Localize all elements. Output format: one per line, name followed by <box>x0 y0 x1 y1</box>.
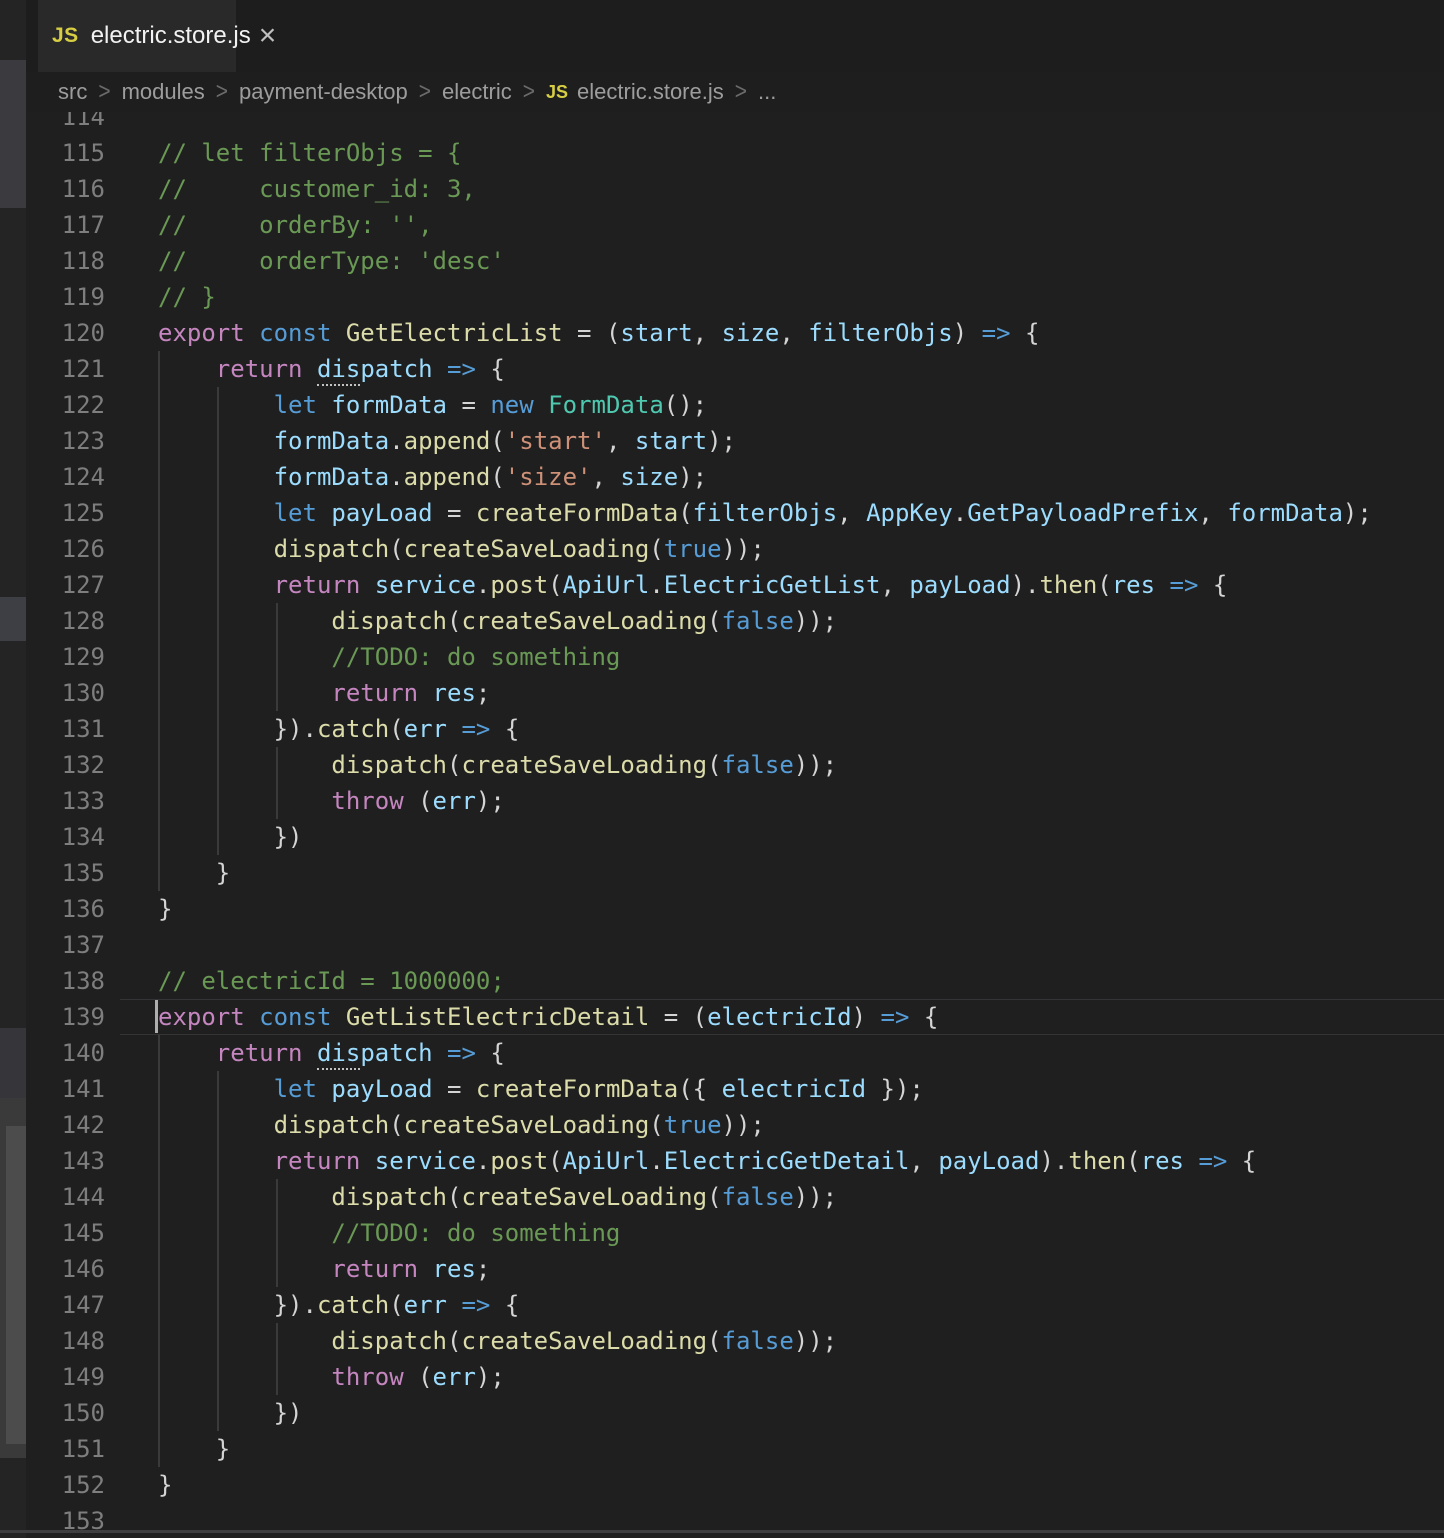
code-text[interactable]: dispatch(createSaveLoading(true)); <box>158 531 765 567</box>
code-line-137[interactable]: 137 <box>0 927 1444 963</box>
code-text[interactable]: dispatch(createSaveLoading(false)); <box>158 603 837 639</box>
code-text[interactable]: return dispatch => { <box>158 1035 505 1071</box>
indent-guide <box>276 603 278 711</box>
code-line-114[interactable]: 114 <box>0 112 1444 135</box>
indent-guide <box>276 1323 278 1395</box>
indent-guide <box>276 1179 278 1287</box>
code-text[interactable]: }) <box>158 819 303 855</box>
chevron-right-icon: > <box>216 78 228 106</box>
code-text[interactable]: let payLoad = createFormData(filterObjs,… <box>158 495 1372 531</box>
indent-guide <box>158 1035 160 1467</box>
scrollbar-thumb[interactable] <box>6 1126 26 1444</box>
code-text[interactable]: export const GetListElectricDetail = (el… <box>158 999 938 1035</box>
code-text[interactable]: dispatch(createSaveLoading(false)); <box>158 1323 837 1359</box>
code-text[interactable]: return dispatch => { <box>158 351 505 387</box>
code-text[interactable]: // customer_id: 3, <box>158 171 476 207</box>
sidebar-sliver <box>0 0 26 1538</box>
code-text[interactable]: dispatch(createSaveLoading(false)); <box>158 747 837 783</box>
code-line-115[interactable]: 115// let filterObjs = { <box>0 135 1444 171</box>
tab-filename: electric.store.js <box>91 22 251 50</box>
breadcrumb-item-modules[interactable]: modules <box>122 79 205 105</box>
js-file-icon: JS <box>52 24 79 48</box>
chevron-right-icon: > <box>98 78 110 106</box>
code-text[interactable]: return service.post(ApiUrl.ElectricGetDe… <box>158 1143 1256 1179</box>
code-line-118[interactable]: 118// orderType: 'desc' <box>0 243 1444 279</box>
chevron-right-icon: > <box>419 78 431 106</box>
tab-bar: JS electric.store.js × <box>26 0 1444 72</box>
sidebar-item-fragment <box>0 597 26 641</box>
chevron-right-icon: > <box>523 78 535 106</box>
js-file-icon: JS <box>546 82 568 103</box>
code-lines: 114115// let filterObjs = {116// custome… <box>0 112 1444 1538</box>
breadcrumb-symbol-tail[interactable]: ... <box>758 79 776 105</box>
code-text[interactable]: formData.append('start', start); <box>158 423 736 459</box>
code-line-119[interactable]: 119// } <box>0 279 1444 315</box>
code-text[interactable]: // electricId = 1000000; <box>158 963 505 999</box>
indent-guide <box>276 747 278 819</box>
indent-guide <box>217 1071 219 1431</box>
code-text[interactable]: export const GetElectricList = (start, s… <box>158 315 1039 351</box>
code-text[interactable]: throw (err); <box>158 783 505 819</box>
code-text[interactable]: dispatch(createSaveLoading(true)); <box>158 1107 765 1143</box>
code-text[interactable]: let formData = new FormData(); <box>158 387 707 423</box>
code-line-116[interactable]: 116// customer_id: 3, <box>0 171 1444 207</box>
code-line-136[interactable]: 136} <box>0 891 1444 927</box>
code-text[interactable]: }).catch(err => { <box>158 1287 519 1323</box>
code-text[interactable]: } <box>158 1467 172 1503</box>
indent-guide <box>217 387 219 855</box>
code-line-135[interactable]: 135 } <box>0 855 1444 891</box>
code-text[interactable]: // } <box>158 279 216 315</box>
code-text[interactable]: }) <box>158 1395 303 1431</box>
code-text[interactable]: // orderBy: '', <box>158 207 433 243</box>
code-text[interactable]: throw (err); <box>158 1359 505 1395</box>
code-text[interactable]: } <box>158 891 172 927</box>
sidebar-item-fragment <box>0 1028 26 1098</box>
code-line-117[interactable]: 117// orderBy: '', <box>0 207 1444 243</box>
code-line-151[interactable]: 151 } <box>0 1431 1444 1467</box>
code-text[interactable]: //TODO: do something <box>158 1215 620 1251</box>
code-line-120[interactable]: 120export const GetElectricList = (start… <box>0 315 1444 351</box>
code-text[interactable]: return service.post(ApiUrl.ElectricGetLi… <box>158 567 1227 603</box>
indent-guide <box>158 351 160 891</box>
code-text[interactable]: }).catch(err => { <box>158 711 519 747</box>
code-line-121[interactable]: 121 return dispatch => { <box>0 351 1444 387</box>
code-text[interactable]: dispatch(createSaveLoading(false)); <box>158 1179 837 1215</box>
code-text[interactable]: } <box>158 855 230 891</box>
code-line-152[interactable]: 152} <box>0 1467 1444 1503</box>
chevron-right-icon: > <box>735 78 747 106</box>
code-line-140[interactable]: 140 return dispatch => { <box>0 1035 1444 1071</box>
breadcrumb-item-payment-desktop[interactable]: payment-desktop <box>239 79 408 105</box>
code-line-138[interactable]: 138// electricId = 1000000; <box>0 963 1444 999</box>
panel-divider <box>0 1530 1444 1533</box>
sidebar-item-fragment <box>0 60 26 208</box>
breadcrumb: src > modules > payment-desktop > electric > JS e… <box>26 72 1444 112</box>
code-line-139[interactable]: 139export const GetListElectricDetail = … <box>0 999 1444 1035</box>
close-icon[interactable]: × <box>259 21 277 51</box>
code-text[interactable]: //TODO: do something <box>158 639 620 675</box>
breadcrumb-item-electric[interactable]: electric <box>442 79 512 105</box>
tab-electric-store-js[interactable]: JS electric.store.js × <box>38 0 236 72</box>
breadcrumb-item-file[interactable]: electric.store.js <box>577 79 724 105</box>
code-editor[interactable]: 114115// let filterObjs = {116// custome… <box>0 112 1444 1538</box>
code-text[interactable]: } <box>158 1431 230 1467</box>
code-text[interactable]: return res; <box>158 675 490 711</box>
code-text[interactable]: // let filterObjs = { <box>158 135 461 171</box>
code-text[interactable]: let payLoad = createFormData({ electricI… <box>158 1071 924 1107</box>
text-cursor <box>155 1000 158 1033</box>
breadcrumb-item-src[interactable]: src <box>58 79 87 105</box>
code-text[interactable]: // orderType: 'desc' <box>158 243 505 279</box>
code-text[interactable]: return res; <box>158 1251 490 1287</box>
code-text[interactable]: formData.append('size', size); <box>158 459 707 495</box>
